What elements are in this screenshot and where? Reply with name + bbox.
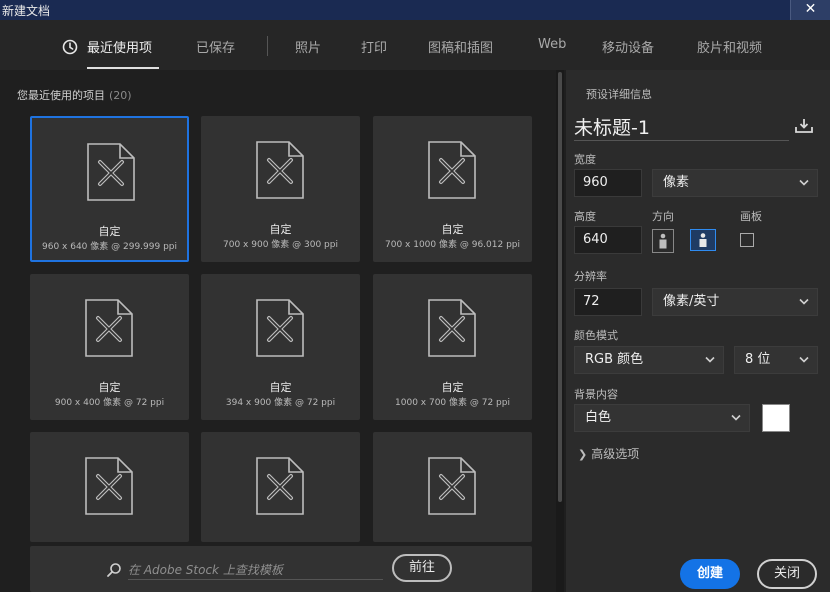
category-tab-bar: 最近使用项 已保存 照片 打印 图稿和插图 Web 移动设备 胶片和视频 <box>0 20 830 70</box>
chevron-down-icon <box>799 179 809 186</box>
portrait-orientation-button[interactable] <box>652 229 674 253</box>
recent-item-card[interactable] <box>30 432 189 542</box>
create-button[interactable]: 创建 <box>680 559 740 589</box>
portrait-icon <box>659 233 667 249</box>
close-button[interactable]: 关闭 <box>757 559 817 589</box>
recent-item-meta: 700 x 1000 像素 @ 96.012 ppi <box>385 240 520 250</box>
chevron-right-icon: ❯ <box>578 448 588 461</box>
document-pencil-icon <box>85 299 133 357</box>
artboard-checkbox[interactable] <box>740 233 754 247</box>
document-pencil-icon <box>256 141 304 199</box>
resolution-input[interactable]: 72 <box>574 288 642 316</box>
orientation-label: 方向 <box>652 210 674 223</box>
recent-item-card[interactable] <box>373 432 532 542</box>
recent-item-card[interactable]: 自定 960 x 640 像素 @ 299.999 ppi <box>30 116 189 262</box>
go-button[interactable]: 前往 <box>392 554 452 582</box>
save-preset-icon[interactable] <box>794 118 814 134</box>
clock-icon <box>62 39 78 55</box>
recent-item-name: 自定 <box>98 225 121 238</box>
height-label: 高度 <box>574 210 596 223</box>
recent-item-card[interactable]: 自定 700 x 900 像素 @ 300 ppi <box>201 116 360 262</box>
search-icon <box>107 563 121 577</box>
advanced-options-label: 高级选项 <box>591 447 640 461</box>
window-close-button[interactable]: ✕ <box>790 0 830 20</box>
tab-photo[interactable]: 照片 <box>295 37 321 56</box>
bit-depth-value: 8 位 <box>745 352 771 367</box>
resolution-unit-select[interactable]: 像素/英寸 <box>652 288 818 316</box>
tab-film-video[interactable]: 胶片和视频 <box>697 37 762 56</box>
chevron-down-icon <box>705 356 715 363</box>
document-pencil-icon <box>428 457 476 515</box>
width-label: 宽度 <box>574 153 596 166</box>
resolution-label: 分辨率 <box>574 270 607 283</box>
active-tab-underline <box>87 67 159 69</box>
tab-separator <box>267 36 268 56</box>
color-mode-label: 颜色模式 <box>574 329 618 342</box>
artboard-label: 画板 <box>740 210 762 223</box>
tab-print[interactable]: 打印 <box>361 37 387 56</box>
background-color-swatch[interactable] <box>762 404 790 432</box>
preset-details-pane: 预设详细信息 未标题-1 宽度 960 像素 高度 640 方向 画板 分辨率 … <box>566 70 830 592</box>
color-mode-value: RGB 颜色 <box>585 352 644 367</box>
background-label: 背景内容 <box>574 388 618 401</box>
recent-item-name: 自定 <box>441 223 464 236</box>
recent-item-card[interactable]: 自定 1000 x 700 像素 @ 72 ppi <box>373 274 532 420</box>
document-pencil-icon <box>428 141 476 199</box>
recent-item-name: 自定 <box>98 381 121 394</box>
recent-item-meta: 394 x 900 像素 @ 72 ppi <box>225 398 336 408</box>
bit-depth-select[interactable]: 8 位 <box>734 346 818 374</box>
landscape-orientation-button[interactable] <box>690 229 716 251</box>
width-unit-value: 像素 <box>663 175 690 190</box>
background-value: 白色 <box>585 410 612 425</box>
recent-item-card[interactable]: 自定 700 x 1000 像素 @ 96.012 ppi <box>373 116 532 262</box>
background-select[interactable]: 白色 <box>574 404 750 432</box>
recent-item-name: 自定 <box>269 381 292 394</box>
preset-details-title: 预设详细信息 <box>586 88 652 101</box>
height-input[interactable]: 640 <box>574 226 642 254</box>
tab-art-illustration[interactable]: 图稿和插图 <box>428 37 493 56</box>
recent-item-card[interactable]: 自定 900 x 400 像素 @ 72 ppi <box>30 274 189 420</box>
window-title: 新建文档 <box>2 4 51 18</box>
advanced-options-toggle[interactable]: ❯ 高级选项 <box>578 445 639 462</box>
stock-search-bar: 前往 <box>30 546 532 592</box>
recent-item-card[interactable]: 自定 394 x 900 像素 @ 72 ppi <box>201 274 360 420</box>
recent-item-meta: 1000 x 700 像素 @ 72 ppi <box>395 398 510 408</box>
tab-recent[interactable]: 最近使用项 <box>87 37 152 56</box>
recent-count: (20) <box>109 89 132 102</box>
chevron-down-icon <box>731 414 741 421</box>
scrollbar-thumb[interactable] <box>558 72 562 502</box>
recent-title-text: 您最近使用的项目 <box>17 89 105 102</box>
recent-item-name: 自定 <box>441 381 464 394</box>
resolution-unit-value: 像素/英寸 <box>663 294 720 309</box>
tab-web[interactable]: Web <box>538 37 566 52</box>
stock-search-input[interactable] <box>128 560 383 580</box>
recent-item-meta: 700 x 900 像素 @ 300 ppi <box>223 240 338 250</box>
recent-item-meta: 960 x 640 像素 @ 299.999 ppi <box>42 242 177 252</box>
title-bar: 新建文档 ✕ <box>0 0 830 20</box>
recent-section-title: 您最近使用的项目 (20) <box>17 87 132 103</box>
document-pencil-icon <box>85 457 133 515</box>
recent-item-meta: 900 x 400 像素 @ 72 ppi <box>54 398 165 408</box>
document-pencil-icon <box>428 299 476 357</box>
document-pencil-icon <box>256 299 304 357</box>
document-name-field[interactable]: 未标题-1 <box>574 113 789 141</box>
chevron-down-icon <box>799 356 809 363</box>
document-pencil-icon <box>87 143 135 201</box>
color-mode-select[interactable]: RGB 颜色 <box>574 346 724 374</box>
tab-mobile[interactable]: 移动设备 <box>602 37 654 56</box>
tab-saved[interactable]: 已保存 <box>196 37 235 56</box>
document-pencil-icon <box>256 457 304 515</box>
recent-item-name: 自定 <box>269 223 292 236</box>
width-unit-select[interactable]: 像素 <box>652 169 818 197</box>
width-input[interactable]: 960 <box>574 169 642 197</box>
recent-item-card[interactable] <box>201 432 360 542</box>
chevron-down-icon <box>799 298 809 305</box>
recent-items-pane: 您最近使用的项目 (20) 自定 960 x 640 像素 @ 299.999 pp… <box>0 70 566 592</box>
landscape-icon <box>699 233 707 247</box>
